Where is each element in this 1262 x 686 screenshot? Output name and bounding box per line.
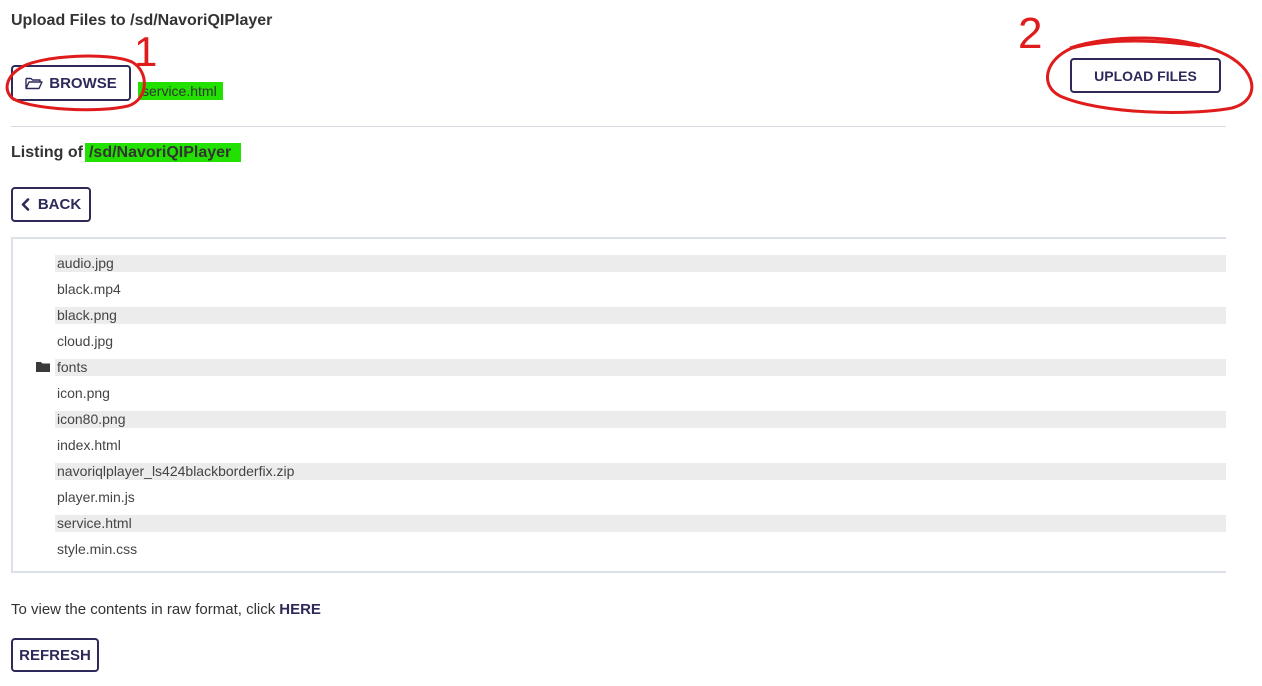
- file-row[interactable]: service.html: [55, 515, 1226, 532]
- listing-path: /sd/NavoriQIPlayer: [84, 143, 242, 162]
- file-row[interactable]: audio.jpg: [55, 255, 1226, 272]
- chevron-left-icon: [21, 198, 30, 211]
- file-name: fonts: [57, 359, 88, 375]
- file-row[interactable]: cloud.jpg: [55, 333, 1226, 350]
- divider: [11, 126, 1226, 127]
- file-row[interactable]: black.png: [55, 307, 1226, 324]
- upload-files-button[interactable]: UPLOAD FILES: [1070, 58, 1221, 93]
- raw-format-text: To view the contents in raw format, clic…: [11, 601, 321, 618]
- file-name: audio.jpg: [57, 255, 114, 271]
- file-row[interactable]: fonts: [36, 359, 1226, 376]
- file-row[interactable]: icon.png: [55, 385, 1226, 402]
- file-name: black.png: [57, 307, 117, 323]
- file-row[interactable]: navoriqlplayer_ls424blackborderfix.zip: [55, 463, 1226, 480]
- file-name: cloud.jpg: [57, 333, 114, 349]
- raw-format-label: To view the contents in raw format, clic…: [11, 601, 276, 618]
- annotation-marker-1: 1: [134, 28, 157, 75]
- browse-button[interactable]: BROWSE: [11, 65, 131, 101]
- file-name: style.min.css: [57, 541, 138, 557]
- folder-icon: [36, 362, 50, 372]
- file-name: navoriqlplayer_ls424blackborderfix.zip: [57, 463, 295, 479]
- file-name: icon.png: [57, 385, 110, 401]
- file-name: player.min.js: [57, 489, 135, 505]
- browse-button-label: BROWSE: [49, 74, 117, 92]
- file-name: black.mp4: [57, 281, 121, 297]
- annotation-marker-2: 2: [1018, 9, 1042, 58]
- folder-open-icon: [25, 77, 43, 90]
- file-name: index.html: [57, 437, 121, 453]
- listing-prefix: Listing of: [11, 143, 83, 161]
- back-button[interactable]: BACK: [11, 187, 91, 222]
- back-button-label: BACK: [37, 196, 82, 213]
- raw-format-link[interactable]: HERE: [279, 601, 321, 618]
- refresh-button-label: REFRESH: [19, 646, 91, 664]
- file-list: audio.jpg black.mp4 black.png cloud.jpg font…: [11, 237, 1226, 573]
- listing-title: Listing of /sd/NavoriQIPlayer: [11, 143, 242, 162]
- refresh-button[interactable]: REFRESH: [11, 638, 99, 672]
- file-name: icon80.png: [57, 411, 126, 427]
- file-row[interactable]: player.min.js: [55, 489, 1226, 506]
- file-row[interactable]: style.min.css: [55, 541, 1226, 558]
- selected-file-name: service.html: [138, 82, 223, 100]
- file-row[interactable]: index.html: [55, 437, 1226, 454]
- file-row[interactable]: black.mp4: [55, 281, 1226, 298]
- file-row[interactable]: icon80.png: [55, 411, 1226, 428]
- upload-files-button-label: UPLOAD FILES: [1094, 67, 1197, 84]
- file-name: service.html: [57, 515, 132, 531]
- upload-title: Upload Files to /sd/NavoriQIPlayer: [11, 12, 273, 29]
